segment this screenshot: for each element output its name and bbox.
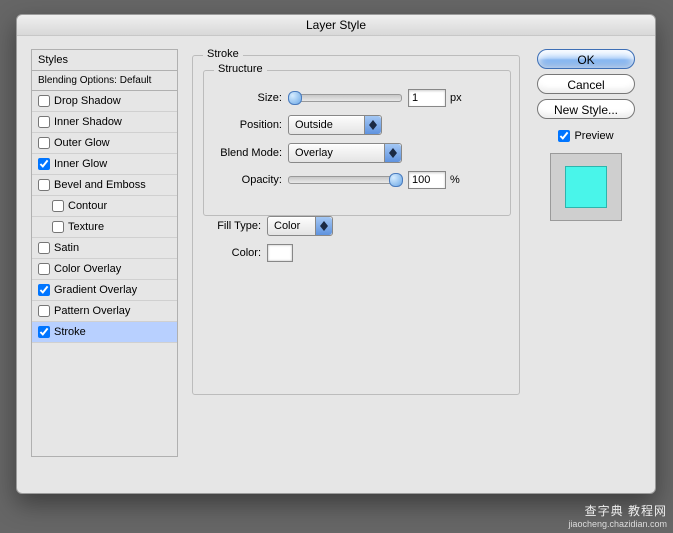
sidebar-item-label: Outer Glow	[54, 137, 110, 149]
sidebar-header[interactable]: Styles	[32, 50, 177, 71]
sidebar-item-label: Inner Shadow	[54, 116, 122, 128]
sidebar-item-color-overlay[interactable]: Color Overlay	[32, 259, 177, 280]
opacity-unit: %	[450, 174, 460, 186]
preview-label: Preview	[574, 130, 613, 142]
sidebar-item-label: Bevel and Emboss	[54, 179, 146, 191]
sidebar-item-label: Satin	[54, 242, 79, 254]
opacity-label: Opacity:	[214, 174, 288, 186]
sidebar-item-contour[interactable]: Contour	[32, 196, 177, 217]
sidebar-item-checkbox[interactable]	[38, 137, 50, 149]
sidebar-item-checkbox[interactable]	[38, 242, 50, 254]
sidebar-item-checkbox[interactable]	[52, 221, 64, 233]
sidebar-item-label: Color Overlay	[54, 263, 121, 275]
sidebar-item-checkbox[interactable]	[52, 200, 64, 212]
stroke-legend: Stroke	[203, 48, 243, 60]
position-label: Position:	[214, 119, 288, 131]
sidebar-item-checkbox[interactable]	[38, 95, 50, 107]
sidebar-item-drop-shadow[interactable]: Drop Shadow	[32, 91, 177, 112]
filltype-value: Color	[274, 220, 309, 232]
opacity-slider[interactable]	[288, 176, 402, 184]
sidebar-item-checkbox[interactable]	[38, 179, 50, 191]
blendmode-label: Blend Mode:	[214, 147, 288, 159]
dialog-title: Layer Style	[17, 15, 655, 36]
sidebar-item-label: Stroke	[54, 326, 86, 338]
sidebar-item-label: Contour	[68, 200, 107, 212]
structure-legend: Structure	[214, 63, 267, 75]
sidebar-item-satin[interactable]: Satin	[32, 238, 177, 259]
button-column: OK Cancel New Style... Preview	[531, 49, 641, 479]
position-select[interactable]: Outside	[288, 115, 382, 135]
sidebar-item-texture[interactable]: Texture	[32, 217, 177, 238]
color-swatch[interactable]	[267, 244, 293, 262]
sidebar-item-gradient-overlay[interactable]: Gradient Overlay	[32, 280, 177, 301]
new-style-button[interactable]: New Style...	[537, 99, 635, 119]
stroke-group: Stroke Structure Size: px Position:	[192, 55, 520, 395]
cancel-button[interactable]: Cancel	[537, 74, 635, 94]
preview-toggle[interactable]: Preview	[558, 130, 613, 142]
size-input[interactable]	[408, 89, 446, 107]
opacity-input[interactable]	[408, 171, 446, 189]
ok-button[interactable]: OK	[537, 49, 635, 69]
blendmode-value: Overlay	[295, 147, 378, 159]
opacity-slider-thumb[interactable]	[389, 173, 403, 187]
structure-group: Structure Size: px Position: Outside	[203, 70, 511, 216]
sidebar-item-checkbox[interactable]	[38, 158, 50, 170]
size-label: Size:	[214, 92, 288, 104]
sidebar-item-checkbox[interactable]	[38, 326, 50, 338]
filltype-select[interactable]: Color	[267, 216, 333, 236]
filltype-label: Fill Type:	[205, 220, 267, 232]
sidebar-item-label: Texture	[68, 221, 104, 233]
sidebar-item-inner-shadow[interactable]: Inner Shadow	[32, 112, 177, 133]
sidebar-item-inner-glow[interactable]: Inner Glow	[32, 154, 177, 175]
sidebar-item-checkbox[interactable]	[38, 116, 50, 128]
chevron-updown-icon	[364, 116, 381, 134]
position-value: Outside	[295, 119, 358, 131]
color-label: Color:	[205, 247, 267, 259]
sidebar-item-checkbox[interactable]	[38, 263, 50, 275]
chevron-updown-icon	[315, 217, 332, 235]
sidebar-item-outer-glow[interactable]: Outer Glow	[32, 133, 177, 154]
chevron-updown-icon	[384, 144, 401, 162]
preview-swatch	[565, 166, 607, 208]
sidebar-item-checkbox[interactable]	[38, 305, 50, 317]
size-slider[interactable]	[288, 94, 402, 102]
preview-checkbox[interactable]	[558, 130, 570, 142]
sidebar-item-label: Drop Shadow	[54, 95, 121, 107]
blendmode-select[interactable]: Overlay	[288, 143, 402, 163]
sidebar-item-label: Inner Glow	[54, 158, 107, 170]
preview-well	[550, 153, 622, 221]
sidebar-item-checkbox[interactable]	[38, 284, 50, 296]
sidebar-item-label: Pattern Overlay	[54, 305, 130, 317]
styles-sidebar: Styles Blending Options: Default Drop Sh…	[31, 49, 178, 457]
sidebar-item-pattern-overlay[interactable]: Pattern Overlay	[32, 301, 177, 322]
sidebar-item-stroke[interactable]: Stroke	[32, 322, 177, 343]
sidebar-filler	[32, 343, 177, 456]
watermark: 查字典 教程网 jiaocheng.chazidian.com	[568, 505, 667, 531]
size-unit: px	[450, 92, 462, 104]
settings-panel: Stroke Structure Size: px Position:	[192, 49, 517, 479]
blending-options-item[interactable]: Blending Options: Default	[32, 71, 177, 91]
sidebar-item-bevel-and-emboss[interactable]: Bevel and Emboss	[32, 175, 177, 196]
size-slider-thumb[interactable]	[288, 91, 302, 105]
layer-style-dialog: Layer Style Styles Blending Options: Def…	[16, 14, 656, 494]
sidebar-item-label: Gradient Overlay	[54, 284, 137, 296]
